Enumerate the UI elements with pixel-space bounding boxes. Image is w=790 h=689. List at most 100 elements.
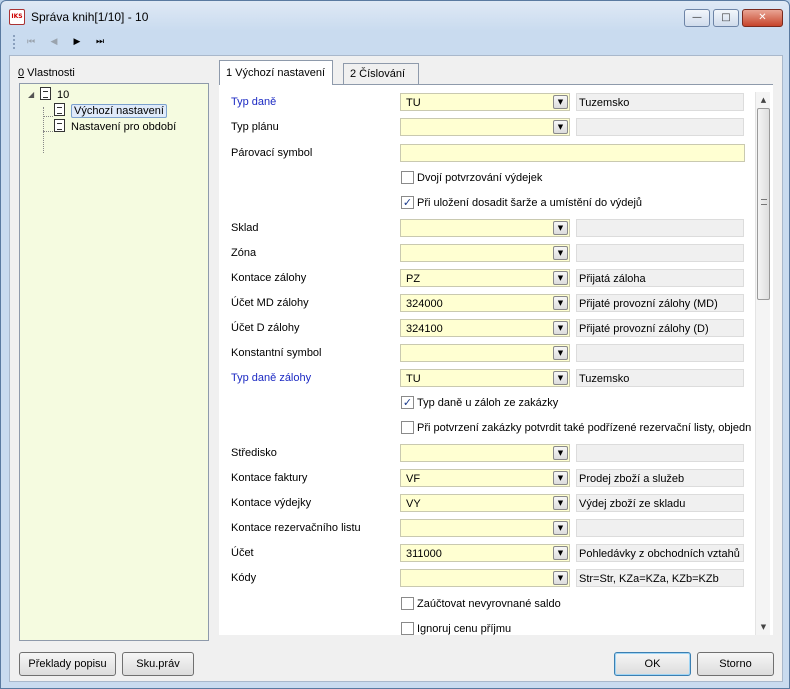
field-label: Kontace zálohy (231, 272, 307, 284)
previous-record-icon[interactable]: ◀ (44, 34, 64, 50)
ucet-d-zalohy-select[interactable]: 324100 ▼ (400, 319, 570, 337)
ok-button[interactable]: OK (614, 652, 691, 676)
typ-dane-description: Tuzemsko (576, 93, 744, 111)
kontace-rezervacniho-select[interactable]: ▼ (400, 519, 570, 537)
chevron-down-icon[interactable]: ▼ (553, 221, 568, 235)
preklady-popisu-button[interactable]: Překlady popisu (19, 652, 116, 676)
row-typ-planu: Typ plánu ▼ (219, 118, 749, 138)
chevron-down-icon[interactable]: ▼ (553, 446, 568, 460)
field-label: Účet D zálohy (231, 322, 300, 334)
field-value: PZ (406, 273, 421, 285)
field-label: Kontace výdejky (231, 497, 312, 509)
scroll-down-icon[interactable]: ▼ (756, 619, 771, 635)
collapse-icon[interactable]: ◢ (28, 87, 34, 103)
toolbar-grip[interactable] (13, 35, 16, 49)
ucet-select[interactable]: 311000 ▼ (400, 544, 570, 562)
tree-item-nastaveni-pro-obdobi[interactable]: Nastavení pro období (54, 119, 176, 135)
kontace-faktury-description: Prodej zboží a služeb (576, 469, 744, 487)
row-kontace-faktury: Kontace faktury VF ▼ Prodej zboží a služe… (219, 469, 749, 489)
sklad-select[interactable]: ▼ (400, 219, 570, 237)
field-label: Zóna (231, 247, 257, 259)
first-record-icon[interactable]: ⏮ (21, 34, 41, 50)
tree-line (43, 131, 53, 132)
typ-dane-select[interactable]: TU ▼ (400, 93, 570, 111)
zona-description (576, 244, 744, 262)
last-record-icon[interactable]: ⏭ (90, 34, 110, 50)
parovaci-symbol-input[interactable] (400, 144, 745, 162)
chevron-down-icon[interactable]: ▼ (553, 571, 568, 585)
typ-dane-u-zaloh-checkbox[interactable]: ✓ (401, 396, 414, 409)
chevron-down-icon[interactable]: ▼ (553, 521, 568, 535)
chevron-down-icon[interactable]: ▼ (553, 346, 568, 360)
checkbox-label[interactable]: Při uložení dosadit šarže a umístění do … (417, 197, 642, 209)
typ-dane-zalohy-select[interactable]: TU ▼ (400, 369, 570, 387)
tree-line (43, 107, 44, 153)
close-icon[interactable]: ✕ (742, 9, 783, 27)
chevron-down-icon[interactable]: ▼ (553, 471, 568, 485)
checkbox-label[interactable]: Ignoruj cenu příjmu (417, 623, 511, 635)
kontace-faktury-select[interactable]: VF ▼ (400, 469, 570, 487)
field-label: Kontace faktury (231, 472, 308, 484)
checkbox-label[interactable]: Typ daně u záloh ze zakázky (417, 397, 558, 409)
konstantni-symbol-select[interactable]: ▼ (400, 344, 570, 362)
checkbox-label[interactable]: Zaúčtovat nevyrovnané saldo (417, 598, 561, 610)
checkbox-label[interactable]: Dvojí potvrzování výdejek (417, 172, 542, 184)
row-typ-dane-zalohy: Typ daně zálohy TU ▼ Tuzemsko (219, 369, 749, 389)
scroll-thumb[interactable] (757, 108, 770, 300)
typ-planu-description (576, 118, 744, 136)
tree-item-vychozi-nastaveni[interactable]: Výchozí nastavení (54, 103, 167, 119)
row-typ-dane-u-zaloh: ✓ Typ daně u záloh ze zakázky (219, 394, 749, 414)
konstantni-symbol-description (576, 344, 744, 362)
stredisko-select[interactable]: ▼ (400, 444, 570, 462)
ucet-description: Pohledávky z obchodních vztahů (576, 544, 744, 562)
scroll-up-icon[interactable]: ▲ (756, 92, 771, 108)
chevron-down-icon[interactable]: ▼ (553, 296, 568, 310)
tree-item-label: Výchozí nastavení (71, 104, 167, 118)
zona-select[interactable]: ▼ (400, 244, 570, 262)
properties-tree[interactable]: ◢ 10 Výchozí nastavení Nastavení pro obd… (19, 83, 209, 641)
settings-panel: Typ daně TU ▼ Tuzemsko Typ plánu ▼ Párova… (219, 84, 773, 635)
tree-item-label: 10 (57, 89, 70, 101)
chevron-down-icon[interactable]: ▼ (553, 496, 568, 510)
chevron-down-icon[interactable]: ▼ (553, 371, 568, 385)
row-ucet-md-zalohy: Účet MD zálohy 324000 ▼ Přijaté provozní … (219, 294, 749, 314)
pri-potvrzeni-checkbox[interactable] (401, 421, 414, 434)
chevron-down-icon[interactable]: ▼ (553, 246, 568, 260)
row-sklad: Sklad ▼ (219, 219, 749, 239)
ucet-md-zalohy-description: Přijaté provozní zálohy (MD) (576, 294, 744, 312)
next-record-icon[interactable]: ▶ (67, 34, 87, 50)
chevron-down-icon[interactable]: ▼ (553, 546, 568, 560)
tab-vychozi-nastaveni[interactable]: 1 Výchozí nastavení (219, 60, 333, 85)
tab-cislovani[interactable]: 2 Číslování (343, 63, 419, 84)
row-dvoji-potvrzovani: Dvojí potvrzování výdejek (219, 169, 749, 189)
kody-select[interactable]: ▼ (400, 569, 570, 587)
sku-prav-button[interactable]: Sku.práv (122, 652, 194, 676)
typ-planu-select[interactable]: ▼ (400, 118, 570, 136)
row-kontace-zalohy: Kontace zálohy PZ ▼ Přijatá záloha (219, 269, 749, 289)
kontace-vydejky-select[interactable]: VY ▼ (400, 494, 570, 512)
field-label: Kontace rezervačního listu (231, 522, 361, 534)
maximize-icon[interactable]: □ (713, 9, 739, 27)
kontace-zalohy-description: Přijatá záloha (576, 269, 744, 287)
zauctovat-checkbox[interactable] (401, 597, 414, 610)
storno-button[interactable]: Storno (697, 652, 774, 676)
chevron-down-icon[interactable]: ▼ (553, 120, 568, 134)
pri-ulozeni-checkbox[interactable]: ✓ (401, 196, 414, 209)
field-label: Sklad (231, 222, 259, 234)
title-bar: IKS Správa knih[1/10] - 10 — □ ✕ (1, 1, 789, 31)
chevron-down-icon[interactable]: ▼ (553, 271, 568, 285)
vertical-scrollbar[interactable]: ▲ ▼ (755, 92, 770, 635)
dvoji-potvrzovani-checkbox[interactable] (401, 171, 414, 184)
field-description: Přijaté provozní zálohy (D) (579, 323, 709, 335)
row-ucet: Účet 311000 ▼ Pohledávky z obchodních vzt… (219, 544, 749, 564)
properties-label-text: Vlastnosti (24, 67, 75, 79)
checkbox-label[interactable]: Při potvrzení zakázky potvrdit také podř… (417, 422, 753, 434)
chevron-down-icon[interactable]: ▼ (553, 321, 568, 335)
kontace-zalohy-select[interactable]: PZ ▼ (400, 269, 570, 287)
document-icon (54, 103, 65, 116)
minimize-icon[interactable]: — (684, 9, 710, 27)
row-pri-ulozeni: ✓ Při uložení dosadit šarže a umístění d… (219, 194, 749, 214)
ignoruj-checkbox[interactable] (401, 622, 414, 635)
ucet-md-zalohy-select[interactable]: 324000 ▼ (400, 294, 570, 312)
chevron-down-icon[interactable]: ▼ (553, 95, 568, 109)
